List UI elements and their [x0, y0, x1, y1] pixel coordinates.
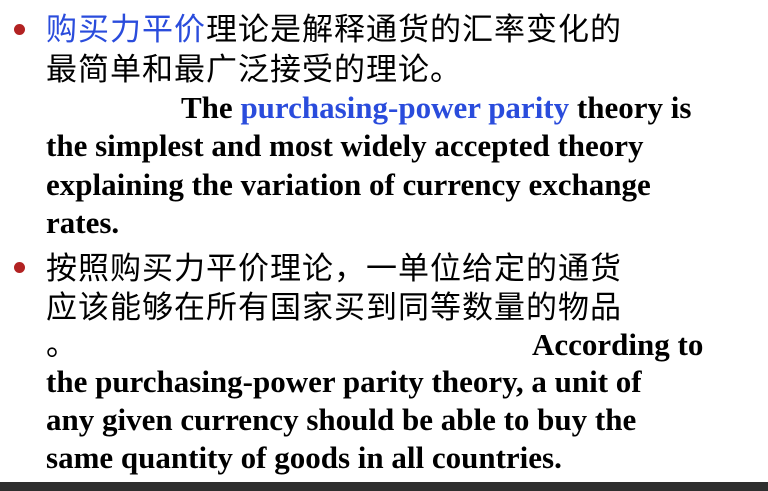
bullet2-en-line4: same quantity of goods in all countries.: [46, 440, 562, 475]
bullet1-cn-line2: 最简单和最广泛接受的理论。: [46, 52, 462, 88]
bullet2-en-line1: According to: [532, 327, 704, 362]
en-highlight: purchasing-power parity: [240, 90, 570, 125]
bullet1-en-line1: The purchasing-power parity theory is: [181, 89, 691, 127]
bottom-bar: [0, 482, 768, 491]
bullet2-en-line3: any given currency should be able to buy…: [46, 402, 637, 437]
bullet-dot-1: [14, 24, 25, 35]
en-text: The: [181, 90, 241, 125]
slide: 购买力平价理论是解释通货的汇率变化的 最简单和最广泛接受的理论。 The pur…: [0, 0, 768, 491]
bullet1-en-line2: the simplest and most widely accepted th…: [46, 128, 644, 163]
bullet2-cn-line2: 应该能够在所有国家买到同等数量的物品: [46, 290, 622, 326]
bullet-dot-2: [14, 262, 25, 273]
bullet1-cn-line1: 购买力平价理论是解释通货的汇率变化的: [46, 11, 622, 49]
cn-text: 理论是解释通货的汇率变化的: [206, 12, 622, 48]
bullet1-en-line4: rates.: [46, 205, 120, 240]
bullet2-cn-line3: 。: [46, 327, 78, 363]
cn-highlight: 购买力平价: [46, 12, 206, 48]
en-text: theory is: [569, 90, 692, 125]
bullet2-cn-line1: 按照购买力平价理论，一单位给定的通货: [46, 251, 622, 287]
bullet1-en-line3: explaining the variation of currency exc…: [46, 167, 651, 202]
bullet2-en-line2: the purchasing-power parity theory, a un…: [46, 364, 642, 399]
